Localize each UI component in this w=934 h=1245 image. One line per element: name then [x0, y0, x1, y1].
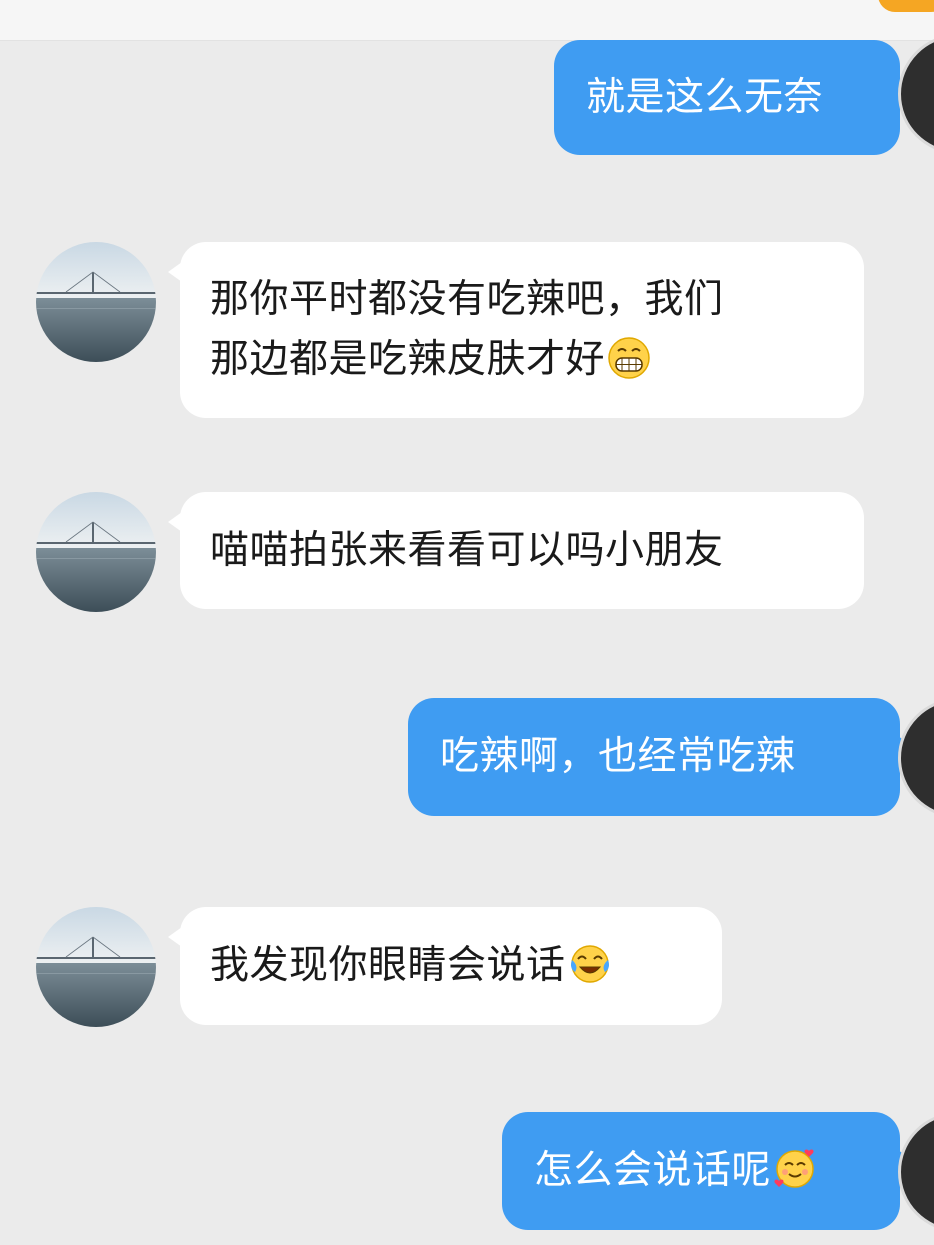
message-bubble[interactable]: 就是这么无奈 — [554, 40, 912, 155]
self-avatar[interactable] — [894, 34, 934, 154]
contact-avatar[interactable] — [36, 907, 156, 1027]
bubble-tail — [168, 927, 182, 947]
bubble-tail — [168, 262, 182, 282]
chat-list[interactable]: 就是这么无奈 那你平时都没有吃辣吧，我们 那边都是吃辣皮肤才好 喵喵拍张来看看可… — [0, 34, 934, 1245]
contact-avatar[interactable] — [36, 492, 156, 612]
bridge-landscape-icon — [36, 907, 156, 1027]
contact-avatar[interactable] — [36, 242, 156, 362]
self-avatar[interactable] — [894, 1112, 934, 1232]
message-bubble[interactable]: 我发现你眼睛会说话 — [168, 907, 722, 1025]
grinning-face-icon — [608, 337, 650, 379]
bridge-landscape-icon — [36, 492, 156, 612]
message-bubble[interactable]: 那你平时都没有吃辣吧，我们 那边都是吃辣皮肤才好 — [168, 242, 864, 418]
message-text: 吃辣啊，也经常吃辣 — [440, 734, 796, 779]
message-incoming: 喵喵拍张来看看可以吗小朋友 — [0, 490, 934, 615]
message-bubble[interactable]: 吃辣啊，也经常吃辣 — [408, 698, 912, 816]
laughing-tears-face-icon — [570, 945, 609, 983]
message-outgoing: 怎么会说话呢 — [0, 1112, 934, 1237]
message-incoming: 我发现你眼睛会说话 — [0, 905, 934, 1030]
message-text: 我发现你眼睛会说话 — [210, 943, 566, 988]
message-text: 就是这么无奈 — [586, 75, 824, 120]
message-incoming: 那你平时都没有吃辣吧，我们 那边都是吃辣皮肤才好 — [0, 240, 934, 420]
top-bar — [0, 0, 934, 41]
message-bubble[interactable]: 怎么会说话呢 — [502, 1112, 912, 1230]
bubble-tail — [168, 512, 182, 532]
smiling-hearts-face-icon — [774, 1149, 814, 1188]
message-outgoing: 就是这么无奈 — [0, 34, 934, 160]
message-outgoing: 吃辣啊，也经常吃辣 — [0, 698, 934, 823]
message-text: 喵喵拍张来看看可以吗小朋友 — [210, 528, 724, 573]
notification-badge[interactable] — [878, 0, 934, 12]
message-text-line: 那你平时都没有吃辣吧，我们 — [210, 277, 724, 322]
bridge-landscape-icon — [36, 242, 156, 362]
message-text-line: 那边都是吃辣皮肤才好 — [210, 330, 834, 390]
message-text: 怎么会说话呢 — [534, 1148, 772, 1193]
message-bubble[interactable]: 喵喵拍张来看看可以吗小朋友 — [168, 492, 864, 609]
self-avatar[interactable] — [894, 698, 934, 818]
